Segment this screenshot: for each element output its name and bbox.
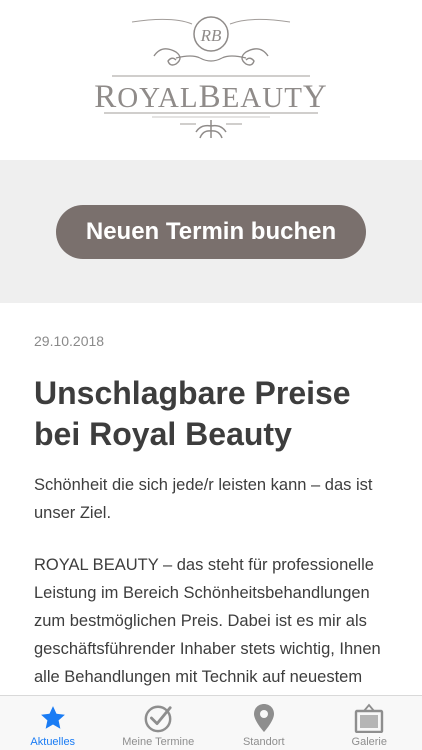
tab-meine-termine[interactable]: Meine Termine	[106, 696, 212, 750]
picture-frame-icon	[354, 703, 384, 733]
article-headline: Unschlagbare Preise bei Royal Beauty	[34, 375, 351, 452]
header: RB ROYALBEAUTY	[0, 0, 422, 160]
tab-galerie[interactable]: Galerie	[317, 696, 422, 750]
article-paragraph: Schönheit die sich jede/r leisten kann –…	[34, 476, 373, 522]
tab-label: Meine Termine	[122, 736, 195, 748]
tab-label: Aktuelles	[30, 736, 76, 748]
tab-label: Standort	[242, 736, 285, 748]
tab-label: Galerie	[351, 736, 387, 748]
article-date: 29.10.2018	[34, 333, 105, 349]
tab-standort[interactable]: Standort	[211, 696, 317, 750]
logo-monogram: RB	[200, 26, 222, 45]
article-paragraph: ROYAL BEAUTY – das steht für professione…	[34, 556, 381, 686]
booking-banner: Neuen Termin buchen	[0, 160, 422, 303]
royal-beauty-logo: RB ROYALBEAUTY	[92, 14, 330, 144]
tab-bar: Aktuelles Meine Termine Standort Galerie	[0, 695, 422, 750]
checkmark-circle-icon	[143, 703, 173, 733]
svg-text:ROYALBEAUTY: ROYALBEAUTY	[94, 79, 328, 115]
book-appointment-button[interactable]: Neuen Termin buchen	[56, 205, 366, 259]
star-icon	[38, 703, 68, 733]
news-article: 29.10.2018 Unschlagbare Preise bei Royal…	[0, 303, 422, 695]
tab-aktuelles[interactable]: Aktuelles	[0, 696, 106, 750]
location-pin-icon	[249, 703, 279, 733]
